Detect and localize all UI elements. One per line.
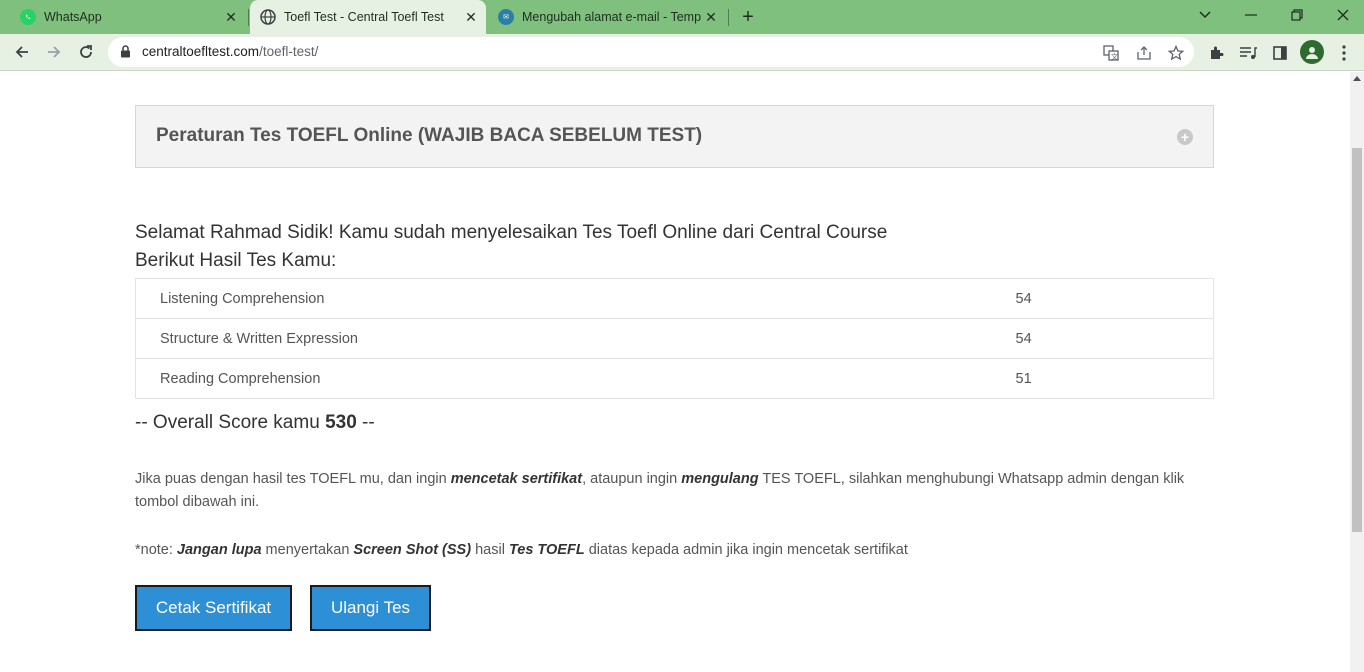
note-emphasis: Tes TOEFL — [508, 542, 585, 558]
note-text-part: menyertakan — [261, 542, 354, 558]
result-greeting: Selamat Rahmad Sidik! Kamu sudah menyele… — [135, 219, 887, 275]
note-emphasis: Jangan lupa — [176, 542, 262, 558]
info-text: Jika puas dengan hasil tes TOEFL mu, dan… — [135, 471, 451, 487]
results-table: Listening Comprehension 54 Structure & W… — [135, 278, 1214, 399]
section-name: Reading Comprehension — [135, 358, 1016, 399]
back-button[interactable] — [8, 38, 36, 66]
page-scrollbar[interactable] — [1350, 72, 1364, 672]
section-name: Listening Comprehension — [135, 278, 1016, 319]
bookmark-star-icon[interactable] — [1167, 44, 1185, 62]
section-score: 54 — [1015, 318, 1214, 359]
expand-plus-icon[interactable]: + — [1177, 129, 1193, 145]
rules-accordion[interactable]: Peraturan Tes TOEFL Online (WAJIB BACA S… — [135, 105, 1214, 168]
svg-text:文: 文 — [1111, 52, 1118, 61]
close-window-button[interactable] — [1320, 0, 1364, 30]
url-text: centraltoefltest.com/toefl-test/ — [142, 44, 318, 59]
tab-title: WhatsApp — [44, 10, 102, 24]
url-domain: centraltoefltest.com — [142, 44, 260, 59]
tab-toefl-test[interactable]: Toefl Test - Central Toefl Test ✕ — [250, 0, 486, 34]
globe-icon — [260, 9, 276, 25]
overall-score: -- Overall Score kamu 530 -- — [135, 412, 375, 434]
media-queue-icon[interactable] — [1238, 43, 1258, 63]
tab-email[interactable]: ✉ Mengubah alamat e-mail - Temp ✕ — [490, 0, 726, 34]
greeting-subtitle: Berikut Hasil Tes Kamu: — [135, 250, 337, 271]
table-row: Listening Comprehension 54 — [135, 278, 1214, 319]
menu-kebab-icon[interactable] — [1334, 43, 1354, 63]
close-tab-icon[interactable]: ✕ — [222, 8, 240, 26]
lock-icon[interactable] — [120, 45, 131, 63]
note-text-part: diatas kepada admin jika ingin mencetak … — [584, 542, 908, 558]
side-panel-icon[interactable] — [1270, 43, 1290, 63]
info-emphasis: mencetak sertifikat — [450, 471, 583, 487]
overall-prefix: -- Overall Score kamu — [135, 412, 320, 433]
tab-title: Toefl Test - Central Toefl Test — [284, 10, 444, 24]
forward-button[interactable] — [40, 38, 68, 66]
note-text: *note: Jangan lupa menyertakan Screen Sh… — [135, 539, 908, 562]
tab-separator — [248, 9, 249, 26]
restore-button[interactable] — [1274, 0, 1320, 30]
section-score: 54 — [1015, 278, 1214, 319]
url-path: /toefl-test/ — [259, 44, 319, 59]
overall-suffix: -- — [362, 412, 375, 433]
table-row: Structure & Written Expression 54 — [135, 318, 1214, 359]
close-tab-icon[interactable]: ✕ — [702, 8, 720, 26]
table-row: Reading Comprehension 51 — [135, 358, 1214, 399]
tab-separator — [728, 9, 729, 26]
overall-score-value: 530 — [325, 412, 357, 433]
scrollbar-thumb[interactable] — [1352, 148, 1362, 532]
section-score: 51 — [1015, 358, 1214, 399]
translate-icon[interactable]: 文 — [1102, 44, 1120, 62]
close-tab-icon[interactable]: ✕ — [462, 8, 480, 26]
new-tab-button[interactable]: + — [736, 6, 760, 28]
minimize-button[interactable] — [1228, 0, 1274, 30]
accordion-title: Peraturan Tes TOEFL Online (WAJIB BACA S… — [156, 125, 703, 146]
note-emphasis: Screen Shot (SS) — [353, 542, 472, 558]
instruction-text: Jika puas dengan hasil tes TOEFL mu, dan… — [135, 468, 1185, 514]
site-icon: ✉ — [498, 9, 514, 25]
browser-toolbar: centraltoefltest.com/toefl-test/ 文 — [0, 34, 1364, 71]
greeting-line: Selamat Rahmad Sidik! Kamu sudah menyele… — [135, 222, 888, 243]
info-emphasis: mengulang — [681, 471, 759, 487]
extensions-icon[interactable] — [1206, 43, 1226, 63]
address-bar[interactable]: centraltoefltest.com/toefl-test/ 文 — [108, 37, 1194, 67]
print-certificate-button[interactable]: Cetak Sertifikat — [135, 585, 292, 631]
note-text-part: *note: — [135, 542, 177, 558]
tab-whatsapp[interactable]: WhatsApp ✕ — [10, 0, 246, 34]
whatsapp-icon — [20, 9, 36, 25]
profile-avatar-icon[interactable] — [1300, 40, 1324, 64]
page-content: Peraturan Tes TOEFL Online (WAJIB BACA S… — [0, 72, 1350, 672]
note-text-part: hasil — [471, 542, 509, 558]
tab-title: Mengubah alamat e-mail - Temp — [522, 10, 702, 24]
retry-test-button[interactable]: Ulangi Tes — [310, 585, 431, 631]
reload-button[interactable] — [72, 38, 100, 66]
section-name: Structure & Written Expression — [135, 318, 1016, 359]
tab-search-icon[interactable] — [1182, 0, 1228, 30]
tab-strip: WhatsApp ✕ Toefl Test - Central Toefl Te… — [0, 0, 1364, 34]
info-text: , ataupun ingin — [582, 471, 682, 487]
scroll-up-arrow-icon[interactable] — [1353, 76, 1361, 81]
share-icon[interactable] — [1135, 44, 1153, 62]
